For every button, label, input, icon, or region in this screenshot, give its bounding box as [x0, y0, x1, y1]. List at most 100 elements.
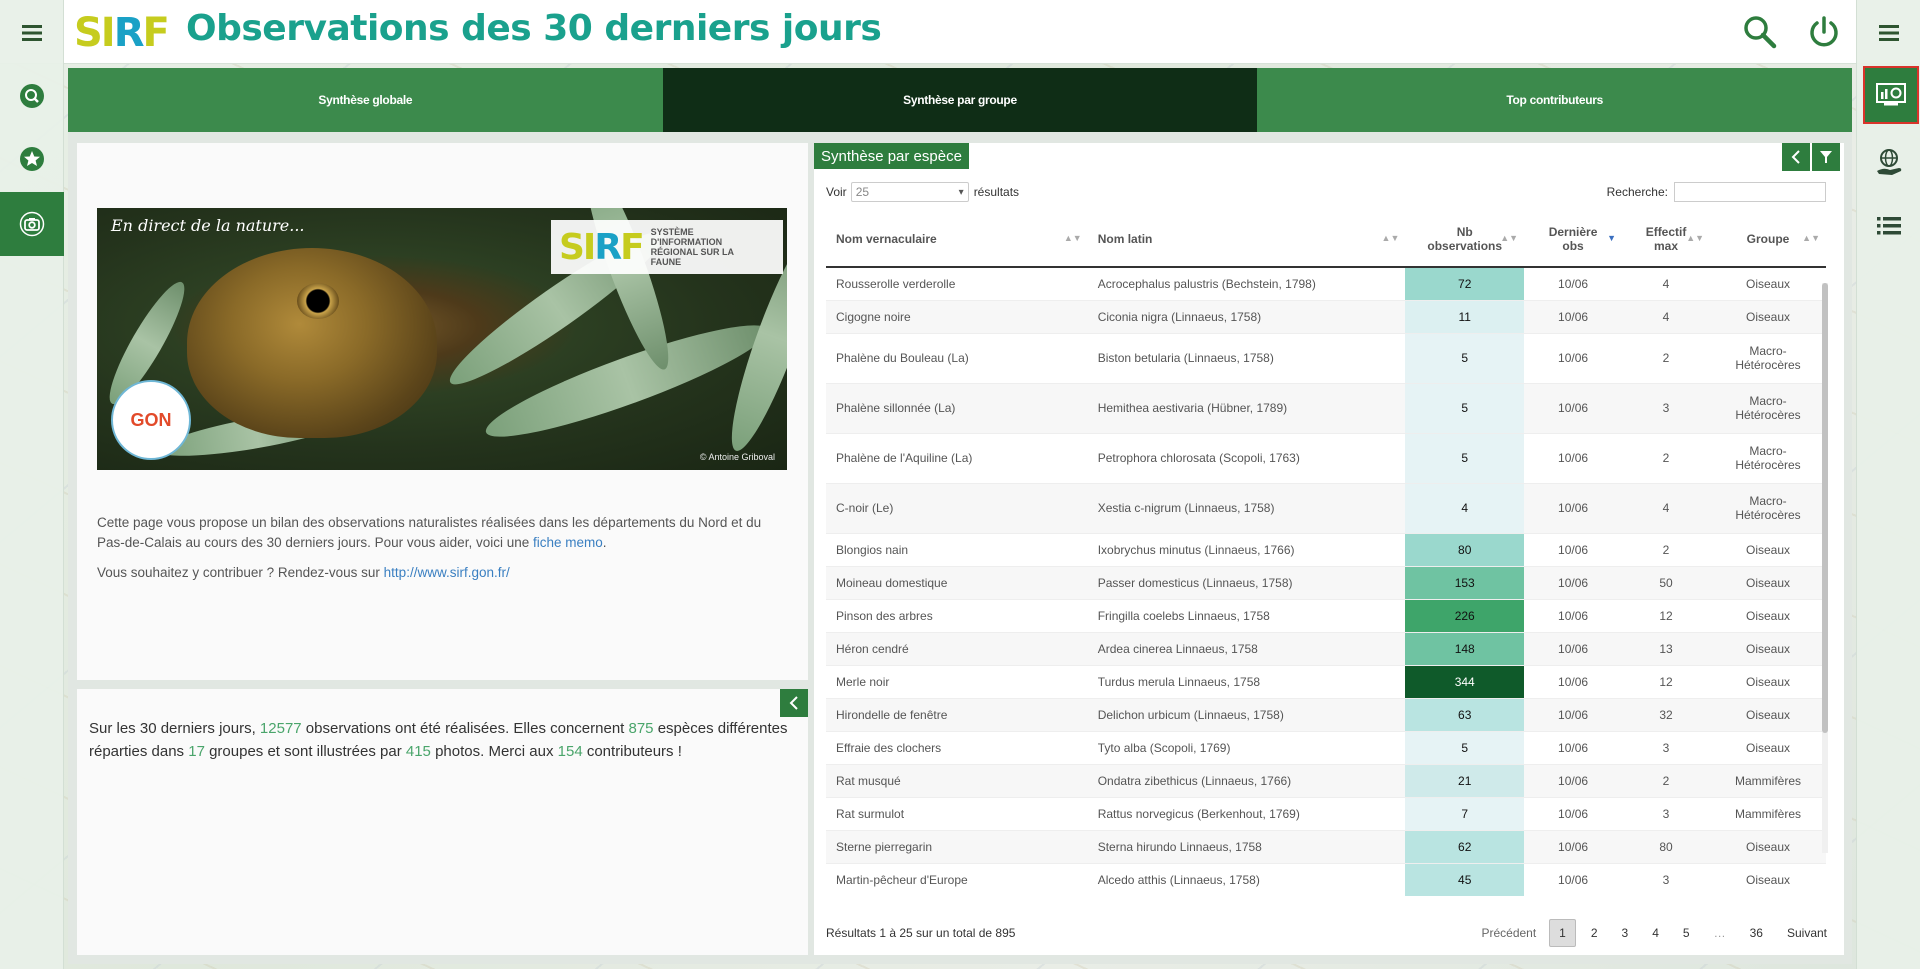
cell-derniere-obs: 10/06: [1524, 598, 1623, 632]
globe-hand-icon[interactable]: [1857, 132, 1920, 192]
pager-page-4[interactable]: 4: [1643, 920, 1668, 946]
cell-nom-latin: Passer domesticus (Linnaeus, 1758): [1087, 565, 1406, 599]
power-icon[interactable]: [1802, 10, 1846, 54]
col-effectif-max[interactable]: Effectif max ▲▼: [1622, 211, 1711, 268]
cell-nb-observations: 5: [1405, 730, 1525, 764]
pager-page-36[interactable]: 36: [1741, 920, 1772, 946]
cell-nom-vernaculaire: C-noir (Le): [826, 482, 1088, 533]
cell-nom-vernaculaire: Martin-pêcheur d'Europe: [826, 862, 1088, 896]
col-nom-latin[interactable]: Nom latin ▲▼: [1087, 211, 1406, 268]
cell-nom-vernaculaire: Effraie des clochers: [826, 730, 1088, 764]
table-scrollbar[interactable]: [1822, 283, 1828, 853]
cell-derniere-obs: 10/06: [1524, 862, 1623, 896]
pager-page-1[interactable]: 1: [1549, 919, 1576, 947]
camera-icon[interactable]: [0, 192, 64, 256]
sirf-logo[interactable]: SIRF: [74, 10, 170, 56]
cell-nom-vernaculaire: Rat musqué: [826, 763, 1088, 797]
cell-derniere-obs: 10/06: [1524, 299, 1623, 333]
filter-icon[interactable]: [1812, 143, 1840, 171]
collapse-left-icon[interactable]: [1782, 143, 1810, 171]
table-row[interactable]: Effraie des clochers Tyto alba (Scopoli, …: [826, 730, 1826, 764]
cell-nb-observations: 5: [1405, 382, 1525, 433]
table-row[interactable]: Pinson des arbres Fringilla coelebs Linna…: [826, 598, 1826, 632]
pagination: Précédent 1 2 3 4 5 … 36 Suivant: [1472, 919, 1836, 947]
cell-derniere-obs: 10/06: [1524, 664, 1623, 698]
stats-panel: Sur les 30 derniers jours, 12577 observa…: [77, 689, 808, 955]
fiche-memo-link[interactable]: fiche memo: [533, 535, 603, 550]
pager-page-2[interactable]: 2: [1582, 920, 1607, 946]
cell-groupe: Macro-Hétérocères: [1710, 332, 1826, 383]
table-row[interactable]: Phalène sillonnée (La) Hemithea aestivari…: [826, 382, 1826, 433]
table-row[interactable]: Moineau domestique Passer domesticus (Lin…: [826, 565, 1826, 599]
dashboard-icon[interactable]: [1863, 66, 1919, 124]
cell-nom-latin: Hemithea aestivaria (Hübner, 1789): [1087, 382, 1406, 433]
col-nb-observations[interactable]: Nb observations ▲▼: [1405, 211, 1525, 268]
cell-nom-latin: Tyto alba (Scopoli, 1769): [1087, 730, 1406, 764]
cell-nom-vernaculaire: Hirondelle de fenêtre: [826, 697, 1088, 731]
cell-groupe: Oiseaux: [1710, 829, 1826, 863]
pager-next[interactable]: Suivant: [1778, 920, 1836, 946]
cell-groupe: Macro-Hétérocères: [1710, 382, 1826, 433]
observations-count: 12577: [259, 720, 302, 737]
cell-groupe: Mammifères: [1710, 796, 1826, 830]
search-control: Recherche:: [1607, 182, 1826, 202]
search-icon[interactable]: [1738, 10, 1782, 54]
cell-nom-vernaculaire: Héron cendré: [826, 631, 1088, 665]
star-icon[interactable]: [0, 129, 64, 189]
sirf-subtitle: SYSTÈME D'INFORMATION RÉGIONAL SUR LA FA…: [650, 227, 734, 267]
search-input[interactable]: [1674, 182, 1826, 202]
photos-count: 415: [405, 743, 431, 760]
table-row[interactable]: Héron cendré Ardea cinerea Linnaeus, 1758…: [826, 631, 1826, 665]
cell-nom-vernaculaire: Pinson des arbres: [826, 598, 1088, 632]
pager-page-3[interactable]: 3: [1613, 920, 1638, 946]
table-row[interactable]: Rat musqué Ondatra zibethicus (Linnaeus, …: [826, 763, 1826, 797]
table-row[interactable]: Phalène de l'Aquiline (La) Petrophora chl…: [826, 432, 1826, 483]
list-icon[interactable]: [1857, 196, 1920, 256]
cell-groupe: Macro-Hétérocères: [1710, 482, 1826, 533]
toad-illustration: [187, 248, 437, 438]
sirf-website-link[interactable]: http://www.sirf.gon.fr/: [384, 565, 510, 580]
stats-summary: Sur les 30 derniers jours, 12577 observa…: [89, 720, 788, 760]
cell-nom-vernaculaire: Rousserolle verderolle: [826, 266, 1088, 300]
cell-nom-vernaculaire: Moineau domestique: [826, 565, 1088, 599]
cell-nom-latin: Delichon urbicum (Linnaeus, 1758): [1087, 697, 1406, 731]
cell-nb-observations: 5: [1405, 432, 1525, 483]
species-table-panel: Synthèse par espèce Voir 25 ▾ résultats R…: [814, 143, 1844, 955]
tab-synthese-globale[interactable]: Synthèse globale: [68, 68, 663, 132]
table-row[interactable]: C-noir (Le) Xestia c-nigrum (Linnaeus, 17…: [826, 482, 1826, 533]
collapse-button[interactable]: [780, 689, 808, 717]
col-nom-vernaculaire[interactable]: Nom vernaculaire ▲▼: [826, 211, 1088, 268]
table-row[interactable]: Rousserolle verderolle Acrocephalus palus…: [826, 266, 1826, 300]
col-derniere-obs[interactable]: Dernière obs ▼: [1524, 211, 1623, 268]
table-row[interactable]: Blongios nain Ixobrychus minutus (Linnaeu…: [826, 532, 1826, 566]
col-groupe[interactable]: Groupe ▲▼: [1710, 211, 1826, 268]
cell-derniere-obs: 10/06: [1524, 829, 1623, 863]
table-row[interactable]: Merle noir Turdus merula Linnaeus, 1758 34…: [826, 664, 1826, 698]
table-row[interactable]: Hirondelle de fenêtre Delichon urbicum (L…: [826, 697, 1826, 731]
table-row[interactable]: Martin-pêcheur d'Europe Alcedo atthis (Li…: [826, 862, 1826, 896]
table-row[interactable]: Sterne pierregarin Sterna hirundo Linnaeu…: [826, 829, 1826, 863]
cell-effectif-max: 3: [1622, 796, 1711, 830]
cell-nb-observations: 226: [1405, 598, 1525, 632]
table-row[interactable]: Phalène du Bouleau (La) Biston betularia …: [826, 332, 1826, 383]
menu-icon[interactable]: [0, 3, 64, 63]
cell-effectif-max: 12: [1622, 598, 1711, 632]
cell-groupe: Oiseaux: [1710, 266, 1826, 300]
cell-effectif-max: 80: [1622, 829, 1711, 863]
especes-count: 875: [628, 720, 654, 737]
banner-image: En direct de la nature... SIRF SYSTÈME D…: [97, 208, 787, 470]
menu-icon[interactable]: [1857, 3, 1920, 63]
tab-top-contributeurs[interactable]: Top contributeurs: [1257, 68, 1853, 132]
cell-effectif-max: 2: [1622, 532, 1711, 566]
page-size-select[interactable]: 25 ▾: [850, 182, 969, 202]
tab-synthese-par-groupe[interactable]: Synthèse par groupe: [662, 68, 1258, 132]
cell-nb-observations: 21: [1405, 763, 1525, 797]
pager-previous[interactable]: Précédent: [1472, 920, 1545, 946]
sirf-banner-logo: SIRF SYSTÈME D'INFORMATION RÉGIONAL SUR …: [551, 220, 783, 274]
search-icon[interactable]: [0, 66, 64, 126]
table-row[interactable]: Rat surmulot Rattus norvegicus (Berkenhou…: [826, 796, 1826, 830]
pager-page-5[interactable]: 5: [1674, 920, 1699, 946]
cell-nom-latin: Xestia c-nigrum (Linnaeus, 1758): [1087, 482, 1406, 533]
cell-nb-observations: 45: [1405, 862, 1525, 896]
table-row[interactable]: Cigogne noire Ciconia nigra (Linnaeus, 17…: [826, 299, 1826, 333]
